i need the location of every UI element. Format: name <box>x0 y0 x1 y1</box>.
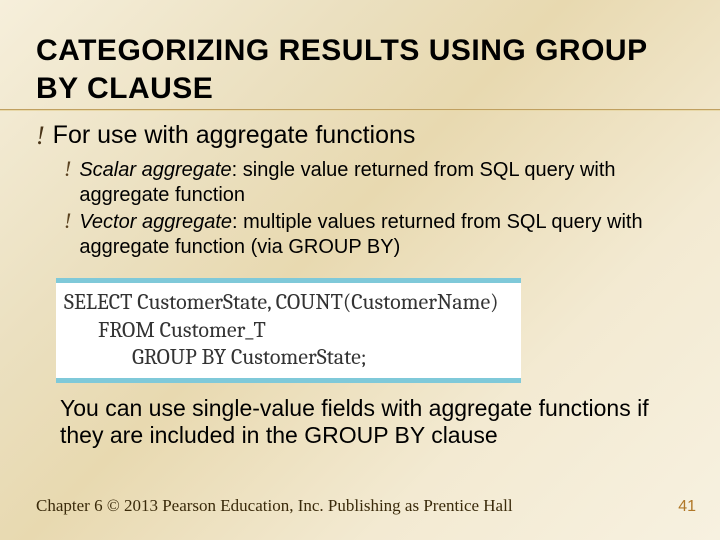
bullet-icon: ! <box>64 210 71 232</box>
term: Scalar aggregate <box>79 159 231 181</box>
code-example: SELECT CustomerState, COUNT(CustomerName… <box>56 278 684 383</box>
bullet-level1-text: For use with aggregate functions <box>53 121 416 150</box>
page-number: 41 <box>678 498 696 516</box>
title-underline <box>0 109 720 111</box>
sub-bullet-list: ! Scalar aggregate: single value returne… <box>64 158 684 260</box>
code-line-3: GROUP BY CustomerState; <box>64 344 499 372</box>
sub-bullet-item: ! Vector aggregate: multiple values retu… <box>64 210 684 260</box>
sub-bullet-text: Scalar aggregate: single value returned … <box>79 158 684 208</box>
bullet-icon: ! <box>64 158 71 180</box>
bullet-icon: ! <box>36 123 45 149</box>
code-line-1: SELECT CustomerState, COUNT(CustomerName… <box>64 289 499 315</box>
bullet-level1: ! For use with aggregate functions <box>36 121 684 150</box>
sub-bullet-text: Vector aggregate: multiple values return… <box>79 210 684 260</box>
sub-bullet-item: ! Scalar aggregate: single value returne… <box>64 158 684 208</box>
slide-title: CATEGORIZING RESULTS USING GROUP BY CLAU… <box>36 32 684 107</box>
footer-text: Chapter 6 © 2013 Pearson Education, Inc.… <box>36 496 513 516</box>
term: Vector aggregate <box>79 211 232 233</box>
code-line-2: FROM Customer_T <box>64 317 499 345</box>
note-text: You can use single-value fields with agg… <box>60 395 684 450</box>
sql-code-box: SELECT CustomerState, COUNT(CustomerName… <box>56 278 521 383</box>
slide: CATEGORIZING RESULTS USING GROUP BY CLAU… <box>0 0 720 540</box>
